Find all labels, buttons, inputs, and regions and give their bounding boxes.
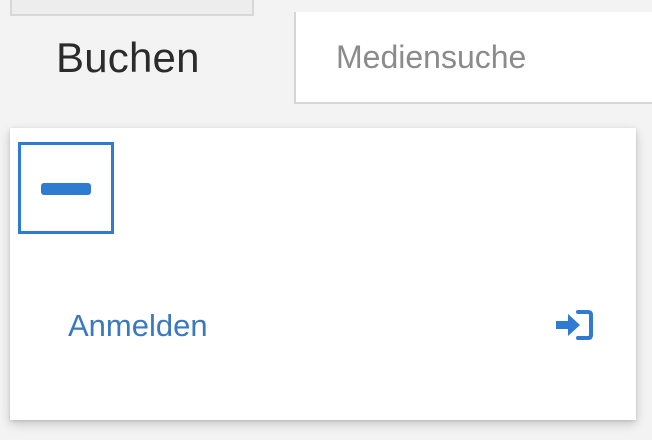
tab-buchen[interactable]: Buchen <box>0 12 294 104</box>
panel-card: Anmelden <box>10 128 636 420</box>
tab-mediensuche[interactable]: Mediensuche <box>294 12 652 104</box>
collapse-button[interactable] <box>18 142 114 234</box>
login-link[interactable]: Anmelden <box>68 308 208 344</box>
sign-in-icon[interactable] <box>554 308 594 342</box>
minus-icon <box>41 183 91 195</box>
tab-mediensuche-label: Mediensuche <box>336 38 527 75</box>
tab-bar: Buchen Mediensuche <box>0 0 652 104</box>
login-label: Anmelden <box>68 308 208 343</box>
tab-buchen-label: Buchen <box>56 34 200 81</box>
